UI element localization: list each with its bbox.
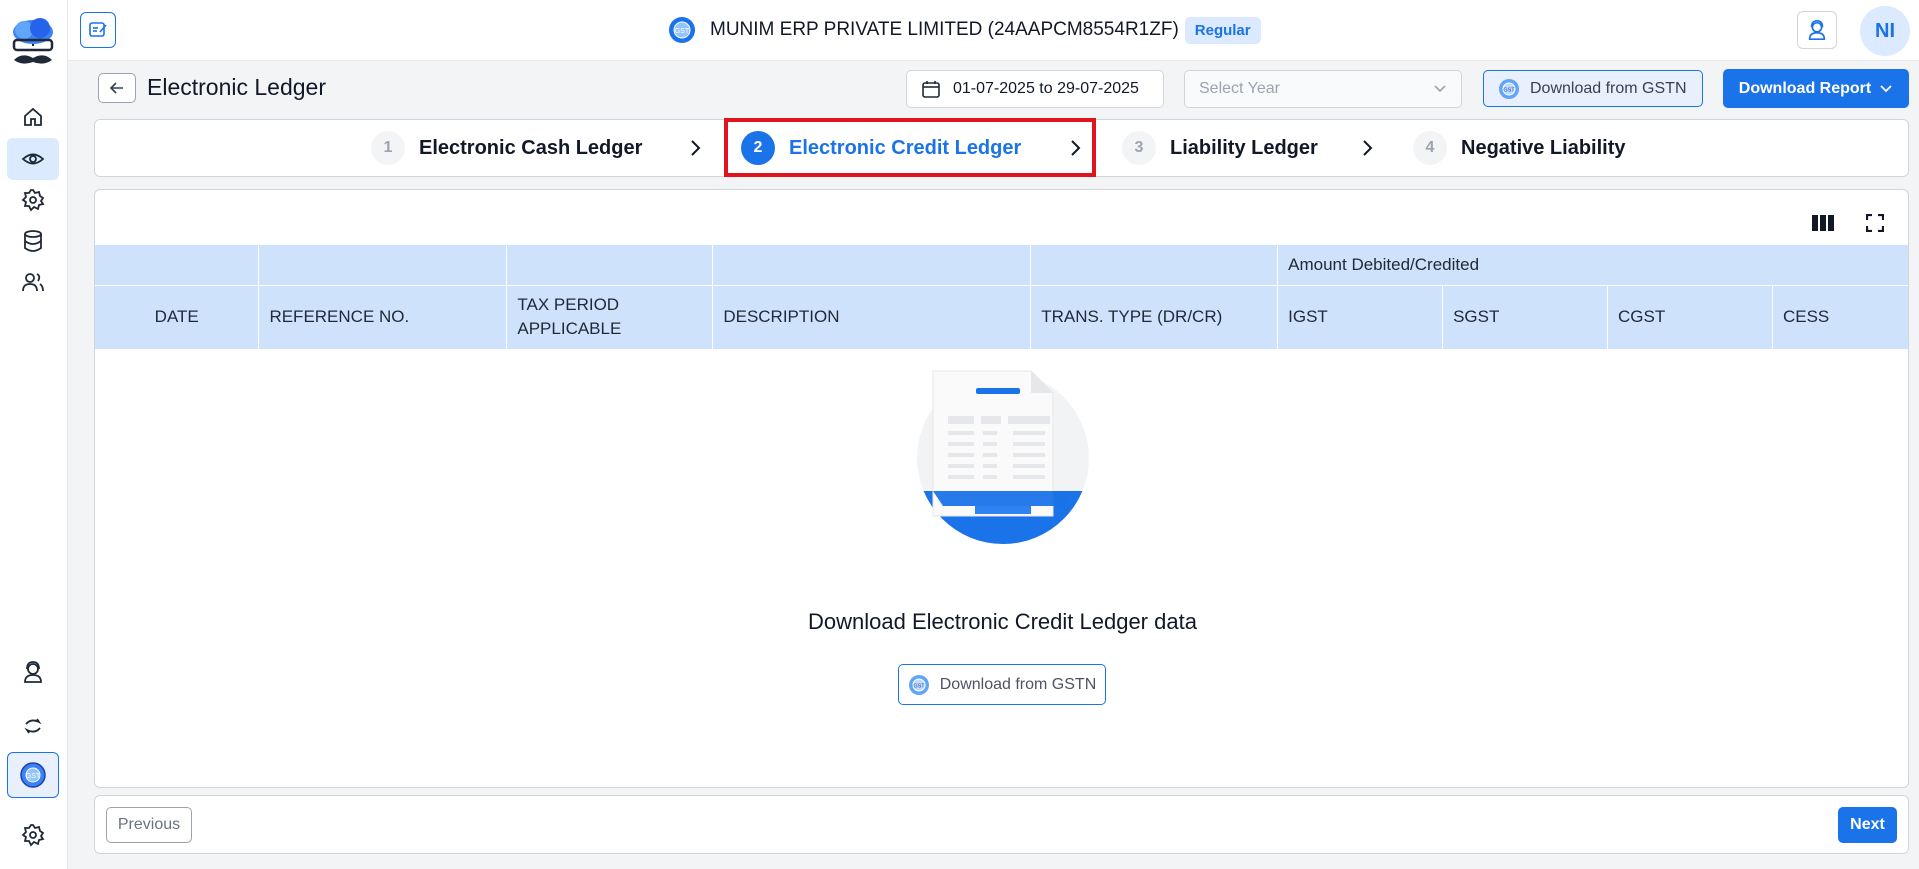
company-header: GST MUNIM ERP PRIVATE LIMITED (24AAPCM85… <box>668 16 1261 44</box>
back-button[interactable] <box>98 73 136 103</box>
sidebar-item-settings-bottom[interactable] <box>7 814 59 856</box>
top-bar: GST MUNIM ERP PRIVATE LIMITED (24AAPCM85… <box>68 0 1919 61</box>
chevron-down-icon <box>1880 84 1892 92</box>
sidebar-item-support[interactable] <box>7 651 59 693</box>
fullscreen-icon <box>1866 214 1884 232</box>
support-icon <box>24 661 42 683</box>
gst-icon: GST <box>908 674 929 695</box>
next-button[interactable]: Next <box>1838 807 1897 843</box>
ledger-table: Amount Debited/Credited DATE REFERENCE N… <box>95 245 1908 350</box>
support-icon <box>1808 20 1826 40</box>
user-avatar[interactable]: NI <box>1860 6 1910 56</box>
munim-logo-icon <box>12 18 54 64</box>
empty-state-download-label: Download from GSTN <box>939 675 1097 693</box>
page-title: Electronic Ledger <box>147 74 326 100</box>
sidebar-item-database[interactable] <box>7 220 59 262</box>
gst-icon: GST <box>1499 78 1519 99</box>
year-select[interactable]: Select Year <box>1184 70 1462 108</box>
svg-text:GST: GST <box>675 28 690 35</box>
sidebar-item-home[interactable] <box>7 96 59 138</box>
database-icon <box>24 230 42 252</box>
chevron-down-icon <box>1434 85 1446 93</box>
users-icon <box>22 273 44 292</box>
column-header-igst[interactable]: IGST <box>1277 285 1444 350</box>
amount-group-header: Amount Debited/Credited <box>1277 245 1908 286</box>
column-settings-button[interactable] <box>1809 211 1837 235</box>
download-report-label: Download Report <box>1738 79 1872 97</box>
registration-badge: Regular <box>1184 16 1261 44</box>
column-header-cgst[interactable]: CGST <box>1607 285 1773 350</box>
table-header-spacer <box>1030 245 1279 286</box>
sidebar: GST <box>0 0 68 869</box>
column-header-description[interactable]: DESCRIPTION <box>712 285 1032 350</box>
eye-icon <box>21 153 45 165</box>
fullscreen-button[interactable] <box>1861 211 1889 235</box>
step-number: 4 <box>1413 131 1447 165</box>
step-electronic-cash-ledger[interactable]: 1 Electronic Cash Ledger <box>371 130 642 166</box>
table-header-spacer <box>258 245 508 286</box>
company-name: MUNIM ERP PRIVATE LIMITED (24AAPCM8554R1… <box>710 19 1179 40</box>
sidebar-item-settings[interactable] <box>7 179 59 221</box>
column-header-cess[interactable]: CESS <box>1772 285 1908 350</box>
svg-text:GST: GST <box>26 773 41 780</box>
download-gstn-label: Download from GSTN <box>1530 79 1687 97</box>
column-header-reference-no[interactable]: REFERENCE NO. <box>258 285 508 350</box>
column-header-tax-period-label: TAX PERIOD APPLICABLE <box>517 295 622 338</box>
ledger-table-card: Amount Debited/Credited DATE REFERENCE N… <box>94 189 1909 788</box>
sync-icon <box>24 718 42 734</box>
columns-icon <box>1812 215 1834 231</box>
gear-icon <box>21 189 45 212</box>
chevron-right-icon <box>691 140 701 156</box>
active-step-highlight <box>724 118 1096 177</box>
home-icon <box>24 107 42 126</box>
step-number: 3 <box>1122 131 1156 165</box>
table-header-spacer <box>712 245 1032 286</box>
gst-icon: GST <box>20 762 46 788</box>
sidebar-item-gst[interactable]: GST <box>7 752 59 798</box>
empty-ledger-illustration <box>917 370 1089 544</box>
step-negative-liability[interactable]: 4 Negative Liability <box>1413 130 1626 166</box>
chevron-right-icon <box>1363 140 1373 156</box>
arrow-left-icon <box>109 82 123 94</box>
support-button[interactable] <box>1797 11 1837 49</box>
column-header-date[interactable]: DATE <box>95 285 260 350</box>
download-report-button[interactable]: Download Report <box>1723 69 1909 108</box>
date-range-picker[interactable]: 01-07-2025 to 29-07-2025 <box>906 70 1164 108</box>
table-header-spacer <box>95 245 260 286</box>
svg-text:GST: GST <box>913 683 925 689</box>
sidebar-item-sync[interactable] <box>7 705 59 747</box>
step-number: 1 <box>371 131 405 165</box>
edit-button[interactable] <box>80 12 116 48</box>
gear-icon <box>21 824 45 847</box>
table-header-row: DATE REFERENCE NO. TAX PERIOD APPLICABLE… <box>95 285 1908 350</box>
sidebar-item-users[interactable] <box>7 261 59 303</box>
pagination-footer: Previous Next <box>94 795 1909 854</box>
step-label: Negative Liability <box>1461 136 1626 159</box>
table-group-header-row: Amount Debited/Credited <box>95 245 1908 286</box>
sidebar-item-view[interactable] <box>7 138 59 180</box>
empty-state-download-gstn-button[interactable]: GST Download from GSTN <box>898 664 1106 705</box>
date-range-value: 01-07-2025 to 29-07-2025 <box>953 80 1139 97</box>
download-gstn-button[interactable]: GST Download from GSTN <box>1483 70 1703 107</box>
previous-button[interactable]: Previous <box>106 807 192 843</box>
step-liability-ledger[interactable]: 3 Liability Ledger <box>1122 130 1318 166</box>
column-header-sgst[interactable]: SGST <box>1442 285 1609 350</box>
table-header-spacer <box>506 245 714 286</box>
edit-document-icon <box>89 22 107 37</box>
calendar-icon <box>922 81 940 98</box>
column-header-tax-period[interactable]: TAX PERIOD APPLICABLE <box>506 285 714 350</box>
step-label: Electronic Cash Ledger <box>419 136 643 159</box>
svg-text:GST: GST <box>1503 87 1515 93</box>
column-header-trans-type[interactable]: TRANS. TYPE (DR/CR) <box>1030 285 1279 350</box>
year-select-placeholder: Select Year <box>1199 80 1280 97</box>
empty-state-message: Download Electronic Credit Ledger data <box>808 609 1197 634</box>
step-label: Liability Ledger <box>1170 136 1318 159</box>
gst-seal-icon: GST <box>669 17 695 43</box>
